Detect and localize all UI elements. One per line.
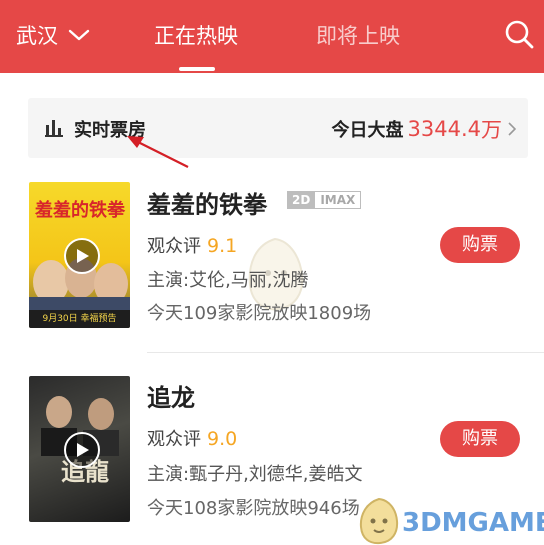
format-badges: 2D IMAX — [287, 191, 362, 209]
movie-showings: 今天109家影院放映1809场 — [147, 303, 372, 324]
movie-rating: 观众评 9.0 — [147, 425, 237, 451]
city-selector[interactable]: 武汉 — [16, 20, 90, 50]
poster-footer: 9月30日 幸福预告 — [29, 310, 130, 328]
rating-score: 9.1 — [207, 235, 238, 257]
chevron-right-icon — [508, 122, 516, 136]
movie-poster[interactable]: 羞羞的铁拳 9月30日 幸福预告 — [29, 182, 130, 328]
watermark-logo-icon — [359, 497, 399, 545]
buy-ticket-button[interactable]: 购票 — [440, 421, 520, 457]
movie-actors: 主演:艾伦,马丽,沈腾 — [147, 270, 309, 291]
boxoffice-value: 3344.4 — [407, 117, 481, 141]
tab-now-showing[interactable]: 正在热映 — [154, 20, 238, 50]
poster-title: 羞羞的铁拳 — [35, 200, 125, 221]
movie-title[interactable]: 追龙 — [147, 378, 195, 413]
top-header: 武汉 正在热映 即将上映 — [0, 0, 544, 73]
movie-showings: 今天108家影院放映946场 — [147, 498, 360, 519]
format-badge: 2D — [287, 191, 316, 209]
rating-score: 9.0 — [207, 428, 238, 450]
realtime-boxoffice-bar[interactable]: 实时票房 今日大盘 3344.4 万 — [28, 98, 528, 158]
list-divider — [147, 352, 544, 353]
annotation-arrow — [127, 136, 189, 168]
movie-poster[interactable]: 追龍 — [29, 376, 130, 522]
play-icon — [77, 249, 89, 263]
format-badge: IMAX — [315, 191, 362, 209]
play-trailer-button[interactable] — [64, 238, 100, 274]
chevron-down-icon — [68, 29, 90, 41]
search-icon[interactable] — [503, 18, 535, 50]
rating-label: 观众评 — [147, 429, 201, 450]
today-total-label: 今日大盘 — [331, 120, 404, 141]
buy-ticket-button[interactable]: 购票 — [440, 227, 520, 263]
active-tab-indicator — [179, 67, 215, 71]
rating-label: 观众评 — [147, 236, 201, 257]
movie-title[interactable]: 羞羞的铁拳 — [147, 185, 267, 220]
tab-coming-soon[interactable]: 即将上映 — [316, 20, 400, 50]
play-trailer-button[interactable] — [64, 432, 100, 468]
watermark-text: 3DMGAME — [402, 508, 544, 538]
boxoffice-total: 今日大盘 3344.4 万 — [332, 114, 516, 144]
city-label: 武汉 — [16, 24, 58, 48]
movie-rating: 观众评 9.1 — [147, 232, 237, 258]
movie-actors: 主演:甄子丹,刘德华,姜皓文 — [147, 464, 363, 485]
play-icon — [77, 443, 89, 457]
bar-chart-icon — [45, 120, 63, 137]
boxoffice-unit: 万 — [481, 118, 502, 142]
